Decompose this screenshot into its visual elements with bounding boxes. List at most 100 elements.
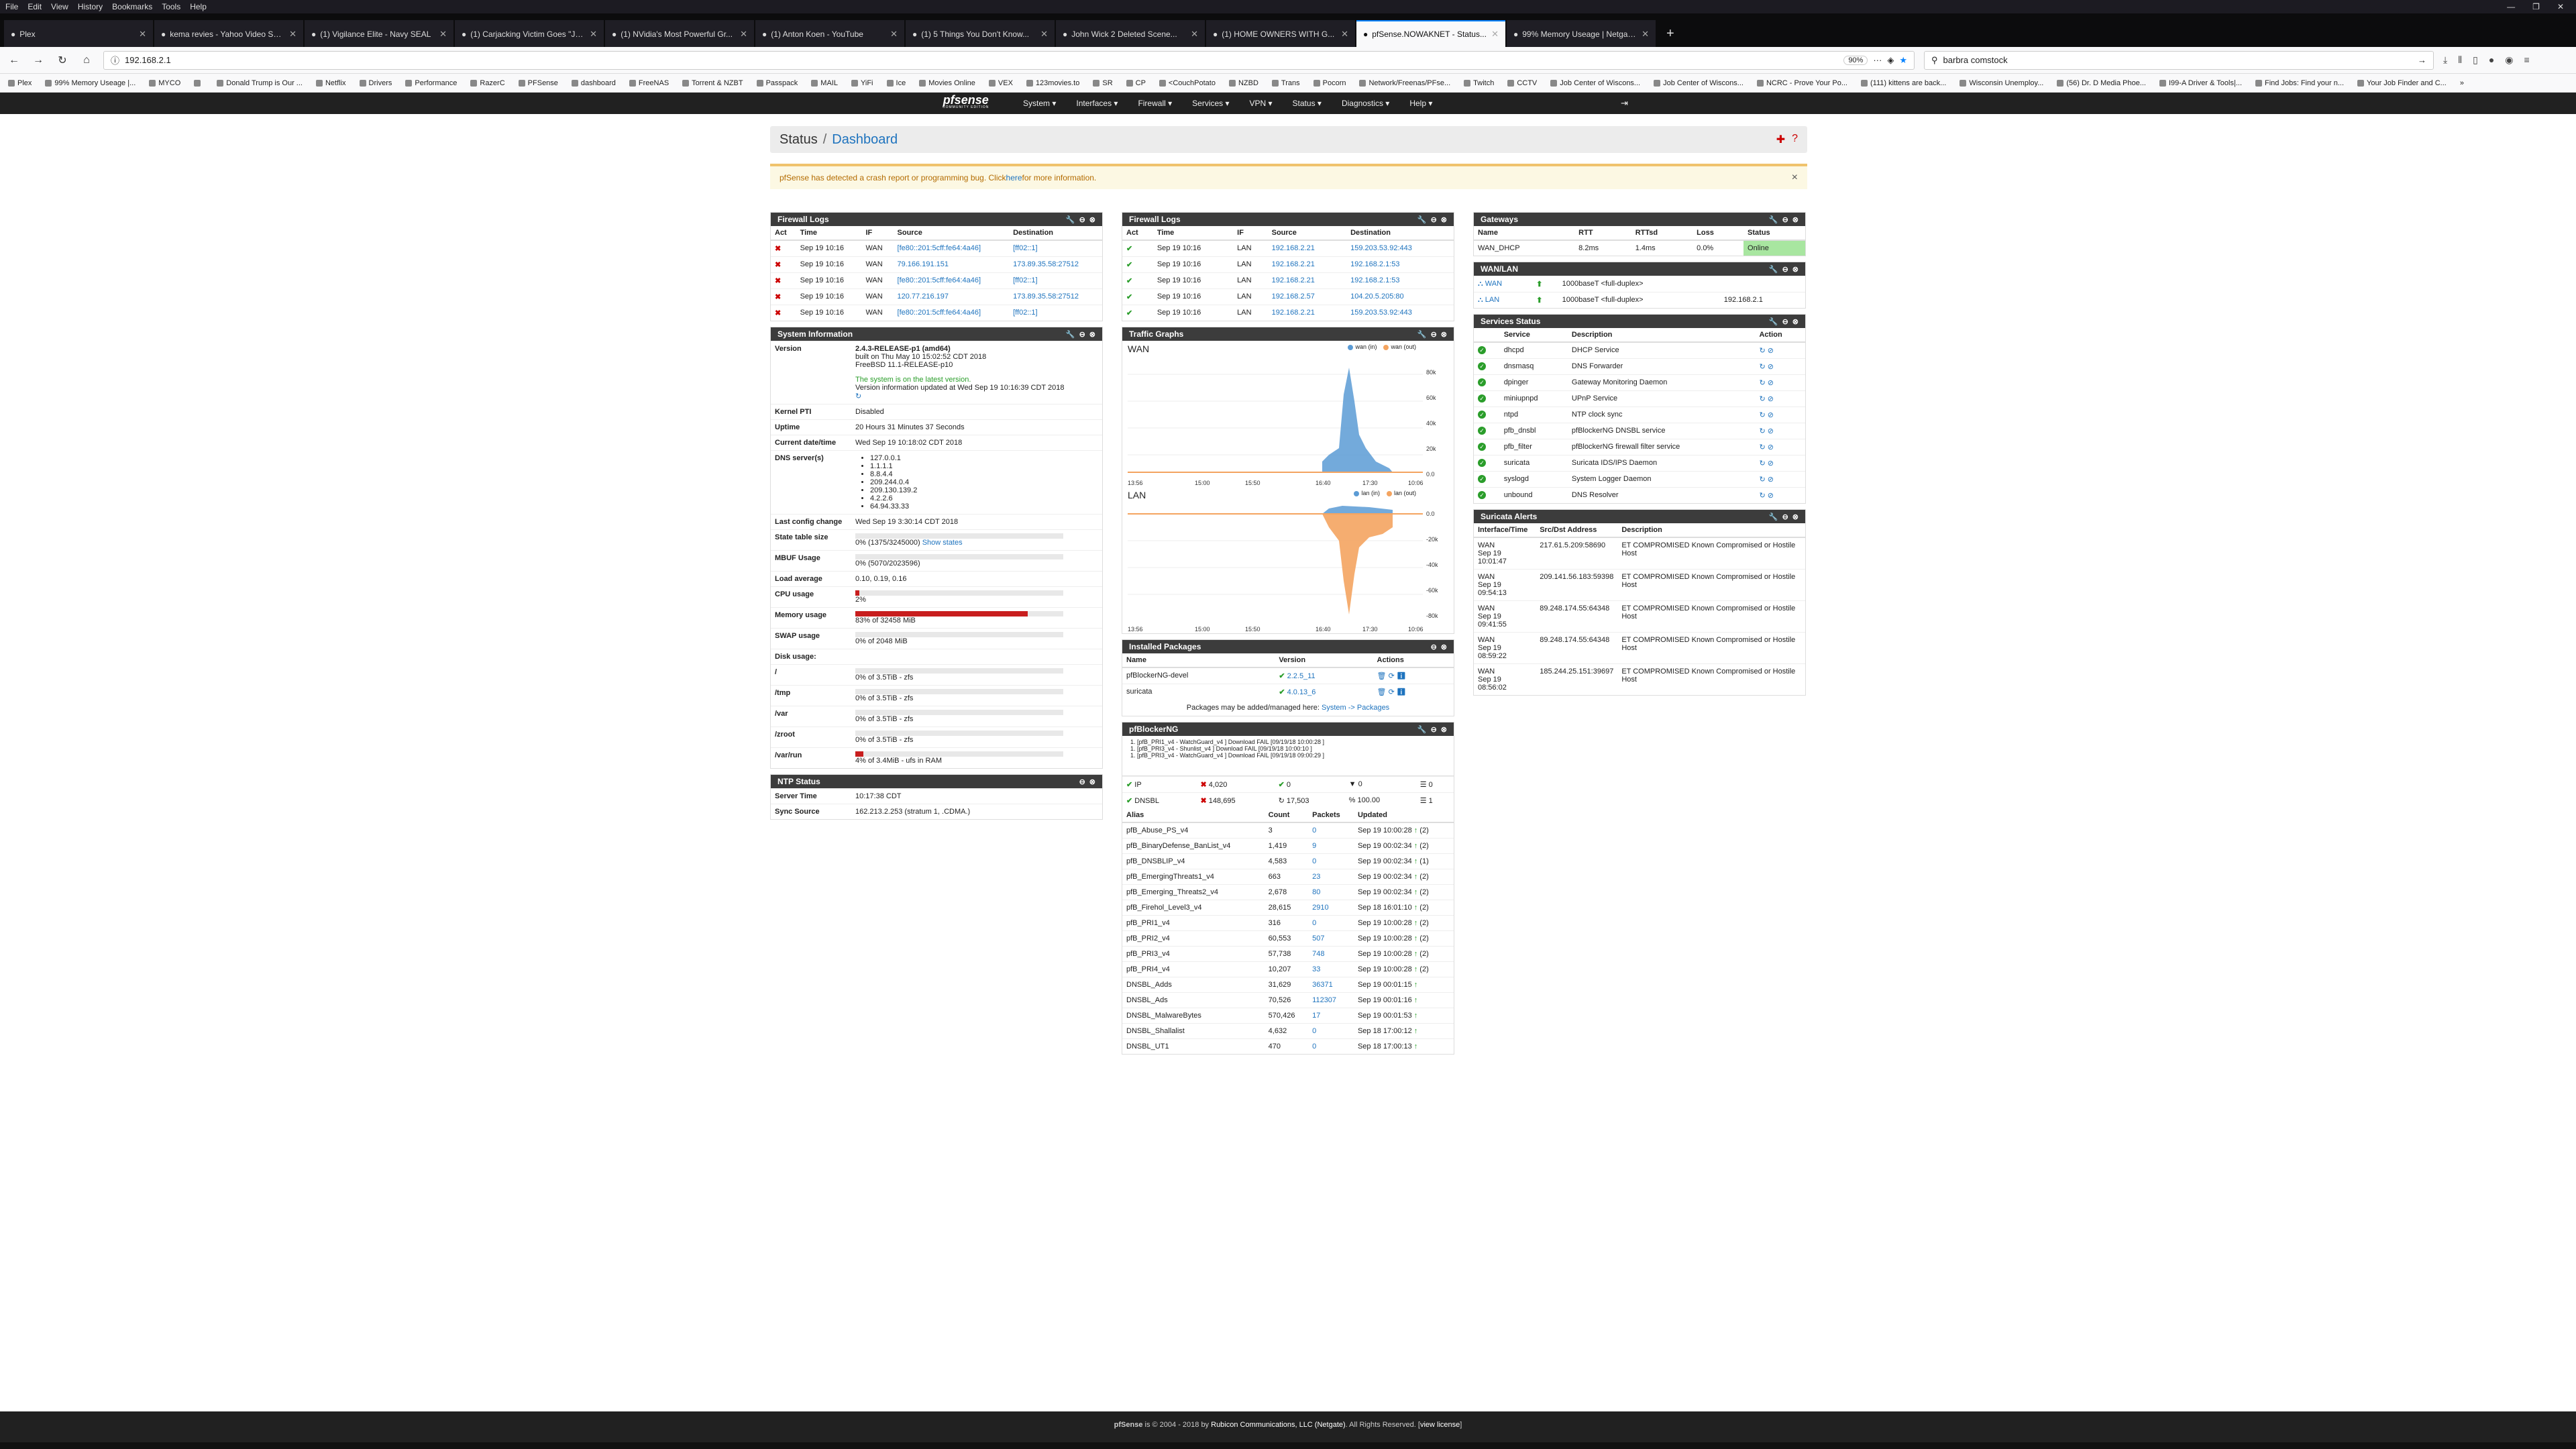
log-destination[interactable]: [ff02::1] (1009, 239, 1102, 257)
bookmark-item[interactable]: dashboard (571, 79, 616, 87)
info-icon[interactable]: ℹ (1397, 688, 1406, 696)
interface-name[interactable]: ⛬ WAN (1474, 276, 1533, 292)
close-icon[interactable]: ⊗ (1089, 330, 1095, 339)
close-icon[interactable]: ⊗ (1792, 265, 1799, 274)
nav-status[interactable]: Status ▾ (1293, 99, 1322, 108)
alert-link[interactable]: here (1006, 173, 1022, 182)
restart-icon[interactable]: ↻ (1759, 460, 1767, 468)
log-destination[interactable]: 192.168.2.1:53 (1346, 256, 1454, 273)
minimize-icon[interactable]: ⊖ (1431, 643, 1437, 651)
bookmark-item[interactable]: NZBD (1228, 79, 1258, 87)
maximize-window-icon[interactable]: ❐ (2532, 2, 2540, 11)
bookmark-item[interactable]: Performance (405, 79, 457, 87)
bookmark-item[interactable]: Torrent & NZBT (682, 79, 743, 87)
stop-icon[interactable]: ⊘ (1768, 411, 1774, 419)
bookmark-item[interactable]: 99% Memory Useage |... (45, 79, 136, 87)
reinstall-icon[interactable]: ⟳ (1389, 672, 1397, 680)
alias-packets[interactable]: 23 (1308, 869, 1354, 885)
wrench-icon[interactable]: 🔧 (1417, 330, 1427, 339)
wrench-icon[interactable]: 🔧 (1769, 317, 1778, 326)
stop-icon[interactable]: ⊘ (1768, 347, 1774, 355)
log-source[interactable]: 192.168.2.57 (1267, 288, 1347, 305)
stop-icon[interactable]: ⊘ (1768, 363, 1774, 371)
log-source[interactable]: 79.166.191.151 (893, 256, 1010, 273)
bookmark-item[interactable]: CP (1126, 79, 1146, 87)
alias-packets[interactable]: 0 (1308, 1038, 1354, 1054)
browser-tab[interactable]: ● (1) Anton Koen - YouTube ✕ (755, 20, 904, 47)
close-icon[interactable]: ⊗ (1792, 317, 1799, 326)
bookmark-item[interactable]: (56) Dr. D Media Phoe... (2057, 79, 2146, 87)
log-source[interactable]: 192.168.2.21 (1267, 272, 1347, 289)
download-icon[interactable]: ⤓ (2443, 54, 2447, 66)
packages-link[interactable]: System -> Packages (1322, 704, 1389, 712)
pfsense-logo[interactable]: pfsense COMMUNITY EDITION (943, 94, 989, 109)
close-tab-icon[interactable]: ✕ (1191, 29, 1198, 40)
restart-icon[interactable]: ↻ (1759, 492, 1767, 500)
nav-system[interactable]: System ▾ (1023, 99, 1056, 108)
bookmark-star-icon[interactable]: ★ (1899, 55, 1907, 66)
browser-tab[interactable]: ● John Wick 2 Deleted Scene... ✕ (1056, 20, 1205, 47)
stop-icon[interactable]: ⊘ (1768, 379, 1774, 387)
alias-packets[interactable]: 2910 (1308, 900, 1354, 916)
close-tab-icon[interactable]: ✕ (1040, 29, 1048, 40)
alias-packets[interactable]: 0 (1308, 915, 1354, 931)
bookmark-item[interactable]: Wisconsin Unemploy... (1960, 79, 2043, 87)
close-tab-icon[interactable]: ✕ (590, 29, 597, 40)
sidebar-icon[interactable]: ▯ (2473, 54, 2478, 66)
close-tab-icon[interactable]: ✕ (1642, 29, 1649, 40)
close-window-icon[interactable]: ✕ (2557, 2, 2564, 11)
minimize-icon[interactable]: ⊖ (1431, 725, 1437, 734)
trash-icon[interactable]: 🗑 (1377, 688, 1389, 696)
close-icon[interactable]: ⊗ (1441, 643, 1447, 651)
bookmark-item[interactable]: Network/Freenas/PFse... (1359, 79, 1450, 87)
bookmarks-overflow-icon[interactable]: » (2460, 79, 2464, 87)
reload-icon[interactable]: ↻ (55, 54, 70, 67)
minimize-window-icon[interactable]: — (2507, 2, 2515, 11)
help-icon[interactable]: ? (1792, 133, 1798, 146)
menu-bookmarks[interactable]: Bookmarks (112, 2, 152, 11)
alias-packets[interactable]: 9 (1308, 838, 1354, 854)
bookmark-item[interactable]: YiFi (851, 79, 873, 87)
log-source[interactable]: [fe80::201:5cff:fe64:4a46] (893, 305, 1010, 321)
close-icon[interactable]: × (1792, 172, 1798, 184)
breadcrumb-page[interactable]: Dashboard (832, 132, 898, 148)
bookmark-item[interactable]: VEX (988, 79, 1013, 87)
refresh-icon[interactable]: ↻ (855, 392, 1098, 400)
zoom-level[interactable]: 90% (1843, 55, 1868, 65)
info-icon[interactable]: ℹ (1397, 672, 1406, 680)
alias-packets[interactable]: 507 (1308, 930, 1354, 947)
interface-name[interactable]: ⛬ LAN (1474, 292, 1533, 308)
bookmark-item[interactable]: <CouchPotato (1159, 79, 1216, 87)
log-destination[interactable]: 104.20.5.205:80 (1346, 288, 1454, 305)
alias-packets[interactable]: 17 (1308, 1008, 1354, 1024)
package-version[interactable]: ✔ 2.2.5_11 (1275, 667, 1373, 684)
show-states-link[interactable]: Show states (922, 539, 963, 547)
stop-icon[interactable]: ⊘ (1768, 476, 1774, 484)
restart-icon[interactable]: ↻ (1759, 363, 1767, 371)
minimize-icon[interactable]: ⊖ (1079, 777, 1085, 786)
home-icon[interactable]: ⌂ (79, 54, 94, 66)
alias-packets[interactable]: 748 (1308, 946, 1354, 962)
nav-vpn[interactable]: VPN ▾ (1250, 99, 1273, 108)
minimize-icon[interactable]: ⊖ (1079, 330, 1085, 339)
menu-file[interactable]: File (5, 2, 18, 11)
log-source[interactable]: [fe80::201:5cff:fe64:4a46] (893, 239, 1010, 257)
bookmark-item[interactable]: SR (1093, 79, 1113, 87)
browser-tab[interactable]: ● 99% Memory Useage | Netgate... ✕ (1507, 20, 1656, 47)
bookmark-item[interactable]: Twitch (1464, 79, 1494, 87)
restart-icon[interactable]: ↻ (1759, 427, 1767, 435)
bookmark-item[interactable]: (111) kittens are back... (1861, 79, 1946, 87)
close-icon[interactable]: ⊗ (1089, 215, 1095, 224)
browser-tab[interactable]: ● Plex ✕ (4, 20, 153, 47)
nav-interfaces[interactable]: Interfaces ▾ (1076, 99, 1118, 108)
bookmark-item[interactable]: PFSense (518, 79, 558, 87)
netgate-link[interactable]: Rubicon Communications, LLC (Netgate) (1211, 1421, 1346, 1429)
bookmark-item[interactable]: Netflix (315, 79, 346, 87)
menu-history[interactable]: History (78, 2, 103, 11)
close-icon[interactable]: ⊗ (1792, 513, 1799, 521)
bookmark-item[interactable]: Drivers (359, 79, 392, 87)
log-destination[interactable]: 159.203.53.92:443 (1346, 305, 1454, 321)
log-source[interactable]: 192.168.2.21 (1267, 239, 1347, 257)
search-go-icon[interactable]: → (2418, 55, 2426, 65)
alias-packets[interactable]: 36371 (1308, 977, 1354, 993)
